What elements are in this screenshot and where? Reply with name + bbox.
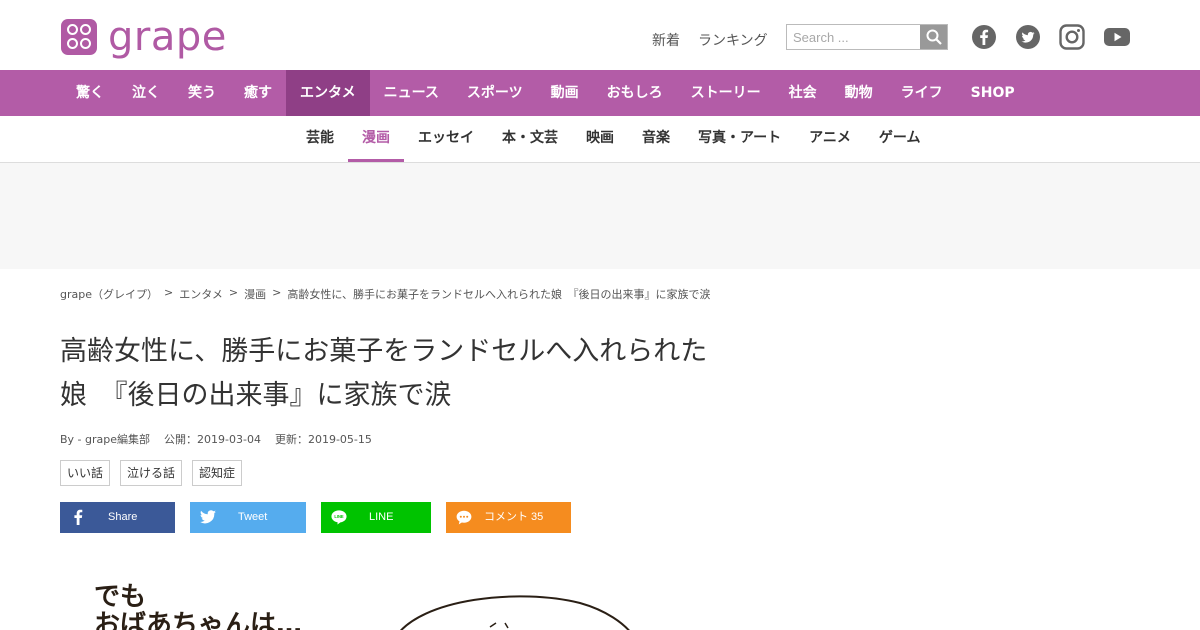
nav-item-news[interactable]: ニュース	[370, 70, 453, 116]
subnav-item-books[interactable]: 本・文芸	[488, 116, 572, 162]
tag-nakeru-hanashi[interactable]: 泣ける話	[120, 460, 183, 486]
nav-item-omoshiro[interactable]: おもしろ	[593, 70, 677, 116]
article-meta: By - grape編集部 公開：2019-03-04 更新：2019-05-1…	[60, 431, 372, 447]
twitter-share-label: Tweet	[238, 511, 268, 523]
nav-item-video[interactable]: 動画	[537, 70, 593, 116]
nav-item-warau[interactable]: 笑う	[174, 70, 230, 116]
twitter-share-button[interactable]: Tweet	[190, 502, 306, 533]
article-tags: いい話 泣ける話 認知症	[60, 460, 243, 486]
search-button[interactable]	[920, 25, 947, 49]
manga-text-line-1: でも	[94, 582, 146, 612]
facebook-icon	[70, 509, 86, 525]
breadcrumb-separator: >	[228, 286, 239, 299]
article-author[interactable]: By - grape編集部	[60, 431, 150, 447]
facebook-icon[interactable]	[971, 24, 997, 50]
nav-item-society[interactable]: 社会	[775, 70, 831, 116]
subnav-item-photo-art[interactable]: 写真・アート	[684, 116, 795, 162]
breadcrumb-manga[interactable]: 漫画	[244, 286, 266, 302]
breadcrumb-home[interactable]: grape（グレイプ）	[60, 286, 158, 302]
subnav-item-music[interactable]: 音楽	[628, 116, 684, 162]
article-updated-date: 更新：2019-05-15	[274, 433, 372, 446]
main-nav: 驚く 泣く 笑う 癒す エンタメ ニュース スポーツ 動画 おもしろ ストーリー…	[0, 70, 1200, 116]
nav-item-sports[interactable]: スポーツ	[453, 70, 537, 116]
nav-item-entame[interactable]: エンタメ	[286, 70, 370, 116]
subnav-item-manga[interactable]: 漫画	[348, 116, 404, 162]
instagram-icon[interactable]	[1059, 24, 1085, 50]
nav-item-naku[interactable]: 泣く	[118, 70, 174, 116]
article-title-line-1: 高齢女性に、勝手にお菓子をランドセルへ入れられた	[60, 336, 708, 367]
manga-drawing-detail	[489, 622, 509, 629]
twitter-icon	[200, 509, 216, 525]
nav-item-story[interactable]: ストーリー	[677, 70, 775, 116]
nav-item-animals[interactable]: 動物	[831, 70, 887, 116]
article-title: 高齢女性に、勝手にお菓子をランドセルへ入れられた 娘 『後日の出来事』に家族で涙	[60, 330, 760, 418]
grape-logo-icon	[61, 19, 97, 55]
line-share-button[interactable]: LINE LINE	[321, 502, 431, 533]
comment-label: コメント 35	[484, 511, 544, 523]
site-logo[interactable]: grape	[61, 14, 227, 60]
top-links: 新着 ランキング	[652, 30, 768, 50]
line-icon: LINE	[331, 509, 347, 525]
subnav-item-anime[interactable]: アニメ	[795, 116, 865, 162]
search-input[interactable]	[787, 25, 920, 49]
breadcrumb-separator: >	[272, 286, 282, 299]
nav-item-life[interactable]: ライフ	[887, 70, 957, 116]
logo-text: grape	[108, 14, 227, 60]
line-share-label: LINE	[369, 511, 394, 523]
svg-text:LINE: LINE	[334, 514, 344, 519]
nav-item-odoroku[interactable]: 驚く	[62, 70, 118, 116]
new-articles-link[interactable]: 新着	[652, 30, 680, 50]
site-header: grape 新着 ランキング	[0, 0, 1200, 70]
nav-item-iyasu[interactable]: 癒す	[230, 70, 286, 116]
manga-image: でも おばあちゃんは…	[60, 563, 760, 630]
article-title-line-2: 娘 『後日の出来事』に家族で涙	[60, 380, 452, 411]
sub-nav: 芸能 漫画 エッセイ 本・文芸 映画 音楽 写真・アート アニメ ゲーム	[0, 116, 1200, 163]
tag-ninchisho[interactable]: 認知症	[192, 460, 243, 486]
breadcrumb: grape（グレイプ） > エンタメ > 漫画 > 高齢女性に、勝手にお菓子をラ…	[60, 286, 711, 302]
breadcrumb-entame[interactable]: エンタメ	[179, 286, 223, 302]
breadcrumb-separator: >	[164, 286, 174, 299]
youtube-icon[interactable]	[1103, 24, 1131, 50]
comment-icon	[456, 509, 472, 525]
manga-speech-bubble	[400, 595, 630, 630]
facebook-share-label: Share	[108, 511, 138, 523]
manga-text-line-2: おばあちゃんは…	[94, 610, 302, 630]
article-published-date: 公開：2019-03-04	[164, 433, 261, 446]
subnav-item-geinou[interactable]: 芸能	[292, 116, 348, 162]
ranking-link[interactable]: ランキング	[698, 30, 768, 50]
subnav-item-game[interactable]: ゲーム	[865, 116, 935, 162]
facebook-share-button[interactable]: Share	[60, 502, 175, 533]
search-icon	[926, 29, 942, 45]
search-box	[786, 24, 948, 50]
twitter-icon[interactable]	[1015, 24, 1041, 50]
ad-area	[0, 163, 1200, 269]
breadcrumb-current: 高齢女性に、勝手にお菓子をランドセルへ入れられた娘 『後日の出来事』に家族で涙	[287, 288, 711, 301]
subnav-item-essay[interactable]: エッセイ	[404, 116, 488, 162]
comment-button[interactable]: コメント 35	[446, 502, 571, 533]
subnav-item-movies[interactable]: 映画	[572, 116, 628, 162]
tag-ii-hanashi[interactable]: いい話	[60, 460, 111, 486]
nav-item-shop[interactable]: SHOP	[957, 70, 1029, 116]
